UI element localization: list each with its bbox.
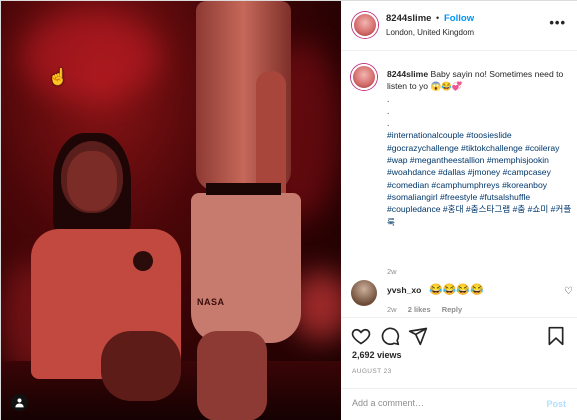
person-leg [101,331,181,401]
comment-likes[interactable]: 2 likes [408,305,431,314]
location-link[interactable]: London, United Kingdom [386,28,474,37]
follow-button[interactable]: Follow [444,13,474,24]
post-video[interactable]: NASA ☝ [1,1,341,420]
comment-timestamp[interactable]: 2w [387,305,397,314]
speech-bubble-icon [381,327,400,346]
caption-dot: . [387,93,390,104]
red-light [21,11,161,101]
comment-meta: 2w 2 likes Reply [387,305,471,314]
comment-icon[interactable] [380,326,400,346]
view-count[interactable]: 2,692 views [352,350,402,360]
heart-icon [351,328,371,345]
add-comment-bar: Post [341,388,577,420]
user-glyph-icon [15,398,24,408]
separator-dot: • [436,13,440,23]
person-leg [197,331,267,420]
post-actions: 2,692 views AUGUST 23 Post [341,317,577,420]
avatar[interactable] [351,280,377,306]
post-comment-button[interactable]: Post [546,399,566,409]
comments-list[interactable]: 8244slime Baby sayin no! Sometimes need … [341,52,577,317]
user-icon[interactable] [11,394,28,411]
caption-timestamp[interactable]: 2w [387,267,397,276]
like-icon[interactable] [351,326,371,346]
comment-like-icon[interactable]: ♡ [564,286,573,297]
person-shorts [191,193,301,343]
share-icon[interactable] [408,326,428,346]
add-comment-input[interactable] [352,398,522,408]
post-modal: NASA ☝ 8244slime • Follow London, United… [0,0,577,420]
person-face [67,151,117,211]
more-options-icon[interactable]: ••• [549,15,566,30]
post-date[interactable]: AUGUST 23 [352,368,392,375]
post-sidebar: 8244slime • Follow London, United Kingdo… [341,1,577,420]
shorts-print: NASA [197,297,225,307]
comment-username[interactable]: yvsh_xo [387,285,421,295]
avatar[interactable] [352,12,378,38]
caption-body: 8244slime Baby sayin no! Sometimes need … [387,68,577,228]
paper-plane-icon [408,327,428,346]
caption-dot: . [387,105,390,116]
caption-username[interactable]: 8244slime [387,69,428,79]
comment-item: yvsh_xo 😂😂😂😂 2w 2 likes Reply ♡ [351,280,573,317]
caption-hashtags[interactable]: #internationalcouple #toosieslide #gocra… [387,129,577,227]
bookmark-icon [548,326,564,346]
shirt-logo [133,251,153,271]
post-header: 8244slime • Follow London, United Kingdo… [341,1,577,51]
username-link[interactable]: 8244slime [386,13,431,24]
avatar[interactable] [351,64,377,90]
person-belt [206,183,281,195]
action-icons [351,326,573,348]
comment-text: 😂😂😂😂 [429,284,484,296]
reply-button[interactable]: Reply [442,305,462,314]
caption-dot: . [387,118,390,129]
hand-cursor-icon: ☝ [48,69,68,86]
save-icon[interactable] [546,326,566,346]
